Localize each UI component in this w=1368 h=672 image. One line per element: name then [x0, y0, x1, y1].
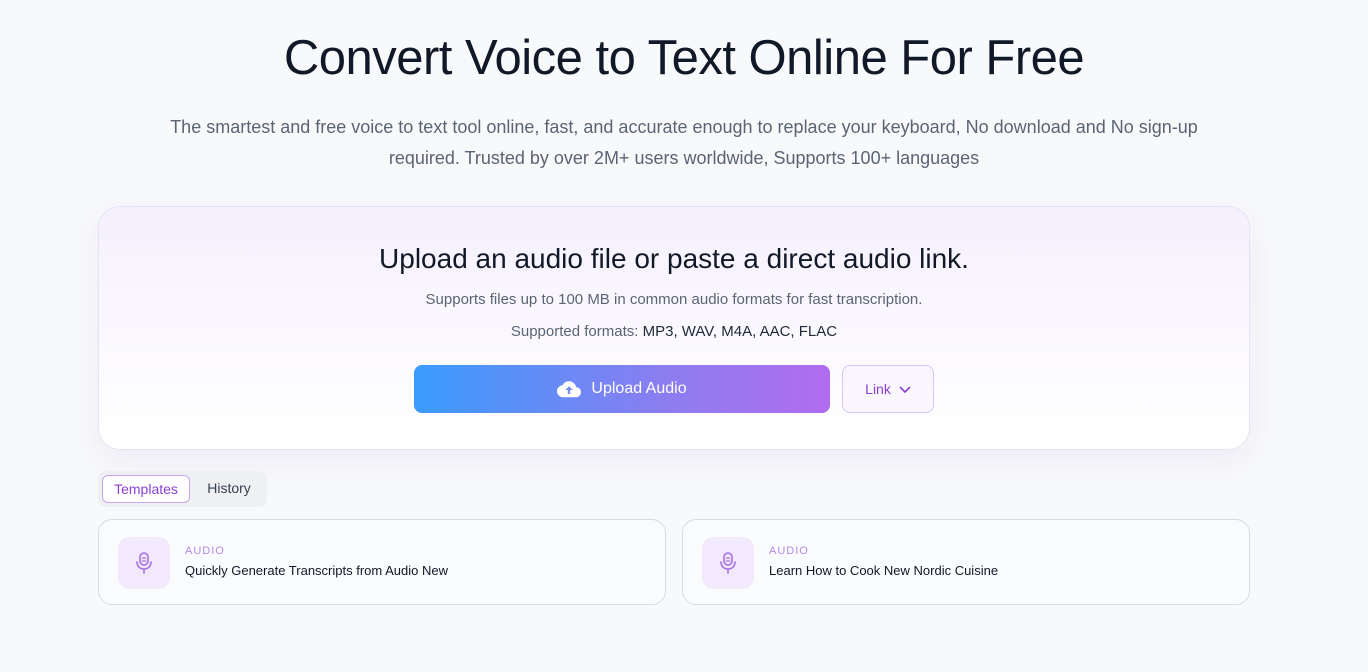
upload-title: Upload an audio file or paste a direct a…: [379, 243, 969, 274]
template-title: Learn How to Cook New Nordic Cuisine: [769, 563, 999, 578]
upload-audio-button[interactable]: Upload Audio: [414, 365, 830, 413]
tab-templates[interactable]: Templates: [102, 475, 190, 503]
template-card[interactable]: AUDIO Quickly Generate Transcripts from …: [98, 519, 666, 605]
upload-subtitle: Supports files up to 100 MB in common au…: [425, 291, 923, 308]
formats-value: MP3, WAV, M4A, AAC, FLAC: [642, 323, 838, 340]
template-card[interactable]: AUDIO Learn How to Cook New Nordic Cuisi…: [682, 519, 1250, 605]
page: Convert Voice to Text Online For Free Th…: [0, 0, 1368, 672]
tabs: Templates History: [98, 471, 267, 507]
supported-formats: Supported formats: MP3, WAV, M4A, AAC, F…: [99, 323, 1249, 340]
template-tag: AUDIO: [185, 545, 225, 557]
template-title: Quickly Generate Transcripts from Audio …: [185, 563, 448, 578]
link-label: Link: [865, 381, 891, 397]
upload-audio-label: Upload Audio: [591, 380, 687, 397]
microphone-icon: [702, 537, 754, 589]
cloud-upload-icon: [557, 380, 582, 398]
link-dropdown-button[interactable]: Link: [842, 365, 934, 413]
upload-card: Upload an audio file or paste a direct a…: [98, 206, 1250, 450]
page-title: Convert Voice to Text Online For Free: [283, 31, 1085, 85]
template-tag: AUDIO: [769, 545, 809, 557]
tab-history[interactable]: History: [194, 475, 264, 503]
page-subtitle: The smartest and free voice to text tool…: [170, 117, 1198, 168]
microphone-icon: [118, 537, 170, 589]
chevron-down-icon: [899, 381, 911, 397]
formats-label: Supported formats:: [510, 323, 639, 340]
